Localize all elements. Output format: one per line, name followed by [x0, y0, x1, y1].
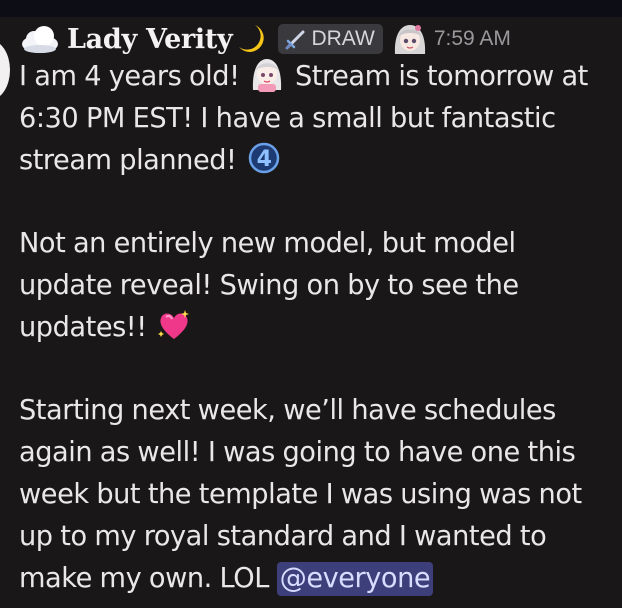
user-avatar[interactable]: [0, 40, 10, 100]
username[interactable]: Lady Verity: [67, 24, 233, 55]
sparkling-heart-icon[interactable]: [156, 307, 192, 343]
number-four-icon[interactable]: 4: [246, 140, 282, 176]
message-text: I am 4 years old!: [19, 61, 240, 92]
message-text: Not an entirely new model, but model: [19, 228, 516, 260]
sword-icon: [284, 27, 308, 51]
message-line: I am 4 years old! Stream is tomorrow at: [19, 56, 619, 98]
everyone-mention[interactable]: @everyone: [276, 561, 434, 596]
message-text: again as well! I was going to have one t…: [19, 437, 576, 469]
message-text: Starting next week, we’ll have schedules: [19, 395, 556, 427]
message-line: Not an entirely new model, but model: [19, 223, 619, 265]
message-line: 6:30 PM EST! I have a small but fantasti…: [19, 98, 619, 140]
message-text: week but the template I was using was no…: [19, 478, 582, 510]
message-text: update reveal! Swing on by to see the: [19, 269, 519, 301]
crescent-moon-icon: [233, 21, 269, 57]
message-line: make my own. LOL @everyone: [19, 558, 619, 600]
message-line: updates!!: [19, 307, 619, 349]
guild-tag-label: DRAW: [311, 27, 375, 50]
message-text: updates!!: [19, 311, 147, 343]
message-text: 6:30 PM EST! I have a small but fantasti…: [19, 102, 556, 134]
message-line: update reveal! Swing on by to see the: [19, 265, 619, 307]
message-line: again as well! I was going to have one t…: [19, 432, 619, 474]
top-bar: [0, 0, 622, 17]
message-text: Stream is tomorrow at: [294, 61, 588, 92]
message-text: make my own. LOL: [19, 562, 269, 594]
message-line: up to my royal standard and I wanted to: [19, 516, 619, 558]
message-text: up to my royal standard and I wanted to: [19, 520, 547, 552]
svg-text:4: 4: [257, 147, 272, 172]
guild-tag[interactable]: DRAW: [278, 24, 383, 54]
message-line: stream planned! 4: [19, 140, 619, 182]
message-text: stream planned!: [19, 144, 237, 176]
message-header: Lady Verity DRAW 7:59 AM: [19, 20, 609, 58]
message-line: week but the template I was using was no…: [19, 474, 619, 516]
message-line: Starting next week, we’ll have schedules: [19, 390, 619, 432]
cloud-icon: [19, 22, 61, 56]
anime-avatar-icon: [391, 20, 429, 58]
message-content: I am 4 years old! Stream is tomorrow at …: [19, 56, 619, 599]
anime-girl-emote[interactable]: [249, 56, 285, 92]
message-timestamp[interactable]: 7:59 AM: [434, 27, 511, 51]
